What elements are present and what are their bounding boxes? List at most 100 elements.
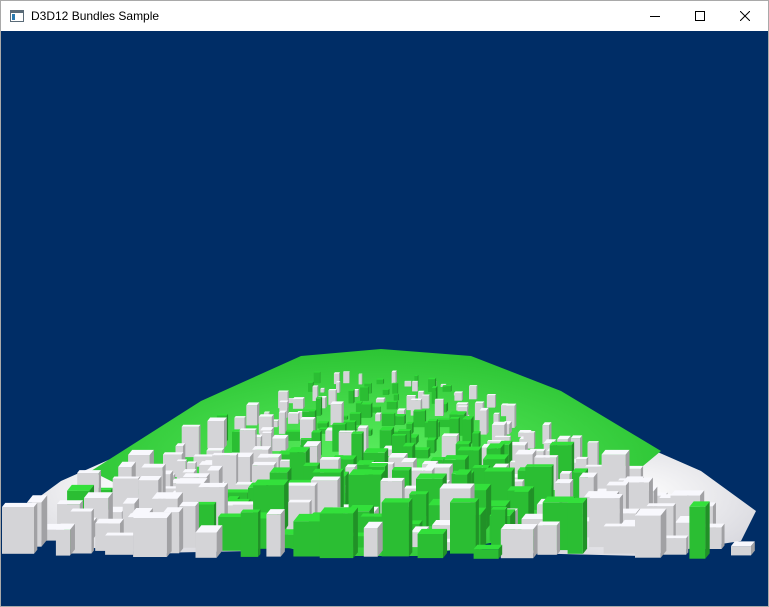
- building-front: [55, 529, 70, 556]
- building-top: [252, 446, 272, 450]
- building-side: [397, 393, 399, 401]
- building-side: [353, 507, 358, 559]
- building-top: [330, 401, 344, 405]
- minimize-icon: [649, 16, 660, 17]
- building-top: [83, 492, 113, 498]
- close-button[interactable]: [722, 1, 767, 31]
- building-front: [501, 405, 507, 417]
- building-top: [386, 400, 398, 403]
- building-top: [292, 397, 305, 400]
- building-top: [57, 500, 83, 505]
- building-front: [246, 405, 258, 426]
- app-icon: [9, 8, 25, 24]
- building-front: [486, 395, 495, 408]
- building-top: [349, 412, 362, 414]
- building-top: [443, 455, 469, 460]
- building-top: [449, 411, 467, 415]
- building-top: [307, 381, 314, 383]
- building-front: [663, 538, 687, 555]
- building-top: [391, 434, 407, 436]
- building-top: [128, 449, 154, 456]
- building-top: [628, 477, 653, 483]
- building-side: [339, 381, 341, 393]
- building-top: [240, 509, 261, 513]
- building-side: [660, 508, 667, 558]
- building-side: [224, 417, 227, 449]
- building-top: [537, 521, 561, 526]
- building-top: [186, 461, 197, 464]
- building-top: [300, 416, 316, 420]
- building-top: [457, 446, 482, 451]
- building-front: [195, 532, 217, 558]
- building-top: [319, 456, 341, 460]
- building-front: [278, 412, 285, 434]
- building-front: [537, 525, 557, 555]
- building-top: [77, 470, 102, 473]
- building-top: [409, 491, 429, 495]
- building-side: [226, 413, 229, 442]
- building-top: [262, 431, 273, 433]
- building-side: [361, 373, 363, 385]
- building-top: [253, 479, 289, 486]
- building-top: [589, 493, 624, 499]
- building-top: [456, 402, 469, 405]
- building-top: [360, 386, 369, 388]
- building-top: [469, 385, 478, 387]
- building-top: [422, 394, 430, 396]
- building-top: [278, 390, 289, 392]
- building-front: [287, 413, 299, 424]
- building-top: [382, 388, 390, 390]
- building-top: [601, 449, 630, 455]
- building-top: [182, 473, 210, 478]
- building-top: [257, 453, 282, 458]
- building-top: [313, 371, 321, 373]
- building-top: [363, 448, 389, 453]
- building-side: [396, 400, 398, 410]
- building-top: [486, 393, 497, 396]
- close-icon: [739, 11, 750, 21]
- building-front: [330, 404, 342, 425]
- building-top: [234, 416, 246, 418]
- building-side: [395, 370, 397, 384]
- building-side: [340, 468, 344, 514]
- building-top: [472, 464, 491, 468]
- building-front: [2, 507, 34, 554]
- building-side: [33, 502, 38, 554]
- building-side: [412, 421, 414, 434]
- building-front: [689, 506, 706, 559]
- render-viewport[interactable]: [1, 31, 768, 606]
- building-top: [506, 403, 517, 406]
- title-bar[interactable]: D3D12 Bundles Sample: [1, 1, 768, 31]
- building-top: [319, 507, 358, 514]
- building-top: [606, 481, 629, 486]
- building-top: [70, 508, 94, 512]
- building-front: [392, 383, 398, 394]
- building-top: [575, 456, 589, 459]
- building-side: [686, 535, 689, 555]
- building-top: [663, 535, 689, 539]
- building-top: [603, 523, 638, 527]
- building-front: [391, 372, 396, 384]
- building-side: [298, 411, 300, 424]
- building-side: [394, 412, 396, 427]
- building-top: [328, 388, 337, 391]
- building-top: [181, 424, 201, 427]
- building-top: [151, 492, 183, 499]
- building-top: [358, 373, 363, 375]
- maximize-button[interactable]: [677, 1, 722, 31]
- minimize-button[interactable]: [632, 1, 677, 31]
- building-side: [325, 395, 327, 409]
- building-side: [91, 508, 94, 554]
- building-side: [721, 523, 725, 550]
- building-side: [480, 507, 487, 551]
- building-side: [533, 431, 536, 449]
- building-side: [388, 388, 390, 395]
- building-top: [333, 372, 341, 374]
- building-top: [141, 463, 166, 468]
- building-top: [381, 498, 413, 503]
- building-side: [258, 509, 261, 557]
- building-top: [360, 402, 373, 405]
- building-top: [376, 378, 385, 380]
- building-top: [343, 420, 357, 423]
- building-top: [515, 449, 537, 455]
